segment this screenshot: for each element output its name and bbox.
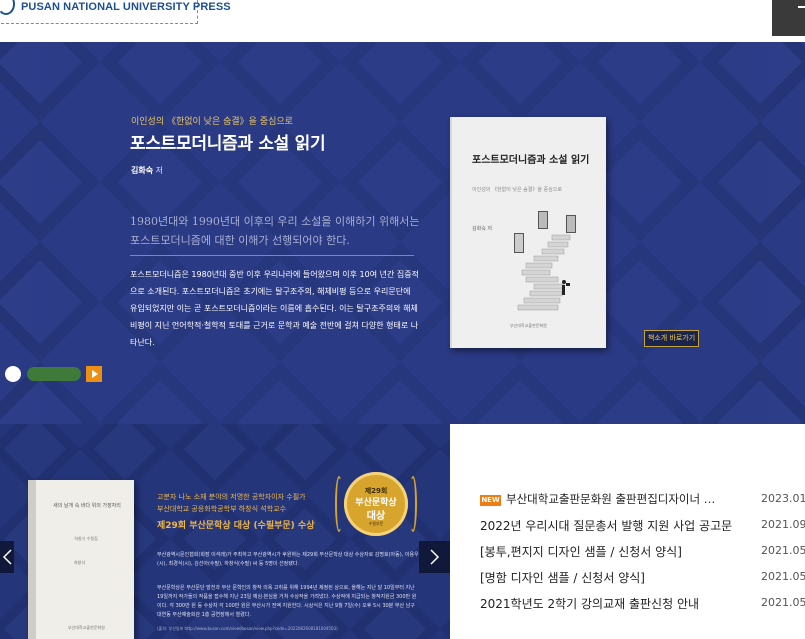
notice-title-text: 부산대학교출판문화원 출판편집디자이너 … xyxy=(506,492,716,506)
list-item[interactable]: [명함 디자인 샘플 / 신청서 양식] 2021.05 xyxy=(480,569,805,587)
hero-lead-text: 1980년대와 1990년대 이후의 우리 소설을 이해하기 위해서는 포스트모… xyxy=(130,215,420,247)
hero-subtitle: 이인성의 《한없이 낮은 숨결》을 중심으로 xyxy=(131,117,293,127)
list-item[interactable]: NEW 부산대학교출판문화원 출판편집디자이너 … 2023.01 xyxy=(480,491,805,509)
chevron-right-icon xyxy=(430,549,440,565)
notice-list: NEW 부산대학교출판문화원 출판편집디자이너 … 2023.01 2022년 우… xyxy=(450,424,805,639)
award-book-publisher: 부산대학교출판문화원 xyxy=(68,625,105,630)
pagination-dot-icon[interactable] xyxy=(5,366,21,382)
notice-title: [명함 디자인 샘플 / 신청서 양식] xyxy=(480,571,645,585)
new-badge: NEW xyxy=(480,495,501,506)
author-role: 저 xyxy=(153,166,163,175)
university-emblem-icon xyxy=(0,0,15,15)
book-cover-publisher: 부산대학교출판문화원 xyxy=(510,323,547,328)
book-cover-author: 김화숙 저 xyxy=(472,226,492,232)
menu-button[interactable] xyxy=(772,0,805,36)
notice-date: 2021.05 xyxy=(761,544,805,557)
award-book-title: 새의 날개 속 바다 위의 가장자리 xyxy=(53,503,121,509)
banner-next-button[interactable] xyxy=(419,541,450,573)
play-icon[interactable] xyxy=(86,366,102,382)
banner-paragraph-2: 부산문학상은 부산문단 발전과 부산 문학인의 창작 의욕 고취를 위해 199… xyxy=(157,585,417,618)
chevron-left-icon xyxy=(2,549,12,565)
book-cover[interactable]: 포스트모더니즘과 소설 읽기 이인성의 《한없이 낮은 숨결》을 중심으로 김화… xyxy=(450,117,606,348)
notice-title: 2022년 우리시대 질문총서 발행 지원 사업 공고문 xyxy=(480,519,733,533)
notice-date: 2023.01 xyxy=(761,492,805,505)
menu-icon xyxy=(798,6,805,8)
list-item[interactable]: 2022년 우리시대 질문총서 발행 지원 사업 공고문 2021.09 xyxy=(480,517,805,535)
banner-intro-line1: 고분자 나노 소재 분야의 저명한 공학자이자 수필가 xyxy=(157,493,306,501)
banner-intro-line2: 부산대학교 공응화학공학부 하창식 석학교수 xyxy=(157,505,287,513)
notice-date: 2021.05 xyxy=(761,570,805,583)
staircase-illustration xyxy=(514,211,576,311)
medal-category: 수필부문 xyxy=(368,521,384,526)
progress-bar-icon[interactable] xyxy=(27,367,81,381)
medal-grand: 대상 xyxy=(366,511,386,522)
hero-title: 포스트모더니즘과 소설 읽기 xyxy=(130,134,326,154)
award-book-tag: 하창식 수필집 xyxy=(74,536,98,541)
banner-prev-button[interactable] xyxy=(0,541,14,573)
site-logo[interactable]: PUSAN NATIONAL UNIVERSITY PRESS xyxy=(0,0,231,24)
award-banner[interactable]: 새의 날개 속 바다 위의 가장자리 하창식 수필집 하창식 부산대학교출판문화… xyxy=(0,424,450,639)
book-intro-button[interactable]: 책소개 바로가기 xyxy=(644,330,699,347)
hero-slider: 이인성의 《한없이 낮은 숨결》을 중심으로 포스트모더니즘과 소설 읽기 김화… xyxy=(0,42,805,424)
banner-paragraph-1: 부산광역시문인협회(회장 이석래)가 주최하고 부산광역시가 후원하는 제29회… xyxy=(157,552,419,567)
notice-title: NEW 부산대학교출판문화원 출판편집디자이너 … xyxy=(480,491,752,507)
hero-slide: 이인성의 《한없이 낮은 숨결》을 중심으로 포스트모더니즘과 소설 읽기 김화… xyxy=(0,42,805,424)
book-cover-title: 포스트모더니즘과 소설 읽기 xyxy=(472,155,590,166)
notice-date: 2021.05 xyxy=(761,596,805,609)
award-book-spine xyxy=(28,480,36,639)
page: PUSAN NATIONAL UNIVERSITY PRESS 이인성의 《한없… xyxy=(0,0,805,639)
hero-body-text: 포스트모더니즘은 1980년대 중반 이후 우리나라에 들어왔으며 이후 10여… xyxy=(130,270,419,347)
notice-title: [봉투,편지지 디자인 샘플 / 신청서 양식] xyxy=(480,545,682,559)
notice-title: 2021학년도 2학기 강의교재 출판신청 안내 xyxy=(480,597,700,611)
banner-source: (출처: 부산일보 http://www.busan.com/view/busa… xyxy=(157,626,338,631)
site-header: PUSAN NATIONAL UNIVERSITY PRESS xyxy=(0,0,805,42)
award-book-author: 하창식 xyxy=(74,560,86,565)
hero-divider xyxy=(130,255,414,256)
logo-text: PUSAN NATIONAL UNIVERSITY PRESS xyxy=(21,1,231,13)
list-item[interactable]: 2021학년도 2학기 강의교재 출판신청 안내 2021.05 xyxy=(480,595,805,613)
list-item[interactable]: [봉투,편지지 디자인 샘플 / 신청서 양식] 2021.05 xyxy=(480,543,805,561)
author-name: 김화숙 xyxy=(131,166,154,175)
award-medal: 제29회 부산문학상 대상 수필부문 xyxy=(333,472,419,546)
hero-author: 김화숙 저 xyxy=(131,165,163,176)
book-cover-subtitle: 이인성의 《한없이 낮은 숨결》을 중심으로 xyxy=(472,187,562,193)
notice-date: 2021.09 xyxy=(761,518,805,531)
banner-award-title: 제29회 부산문학상 대상 (수필부문) 수상 xyxy=(157,521,315,531)
